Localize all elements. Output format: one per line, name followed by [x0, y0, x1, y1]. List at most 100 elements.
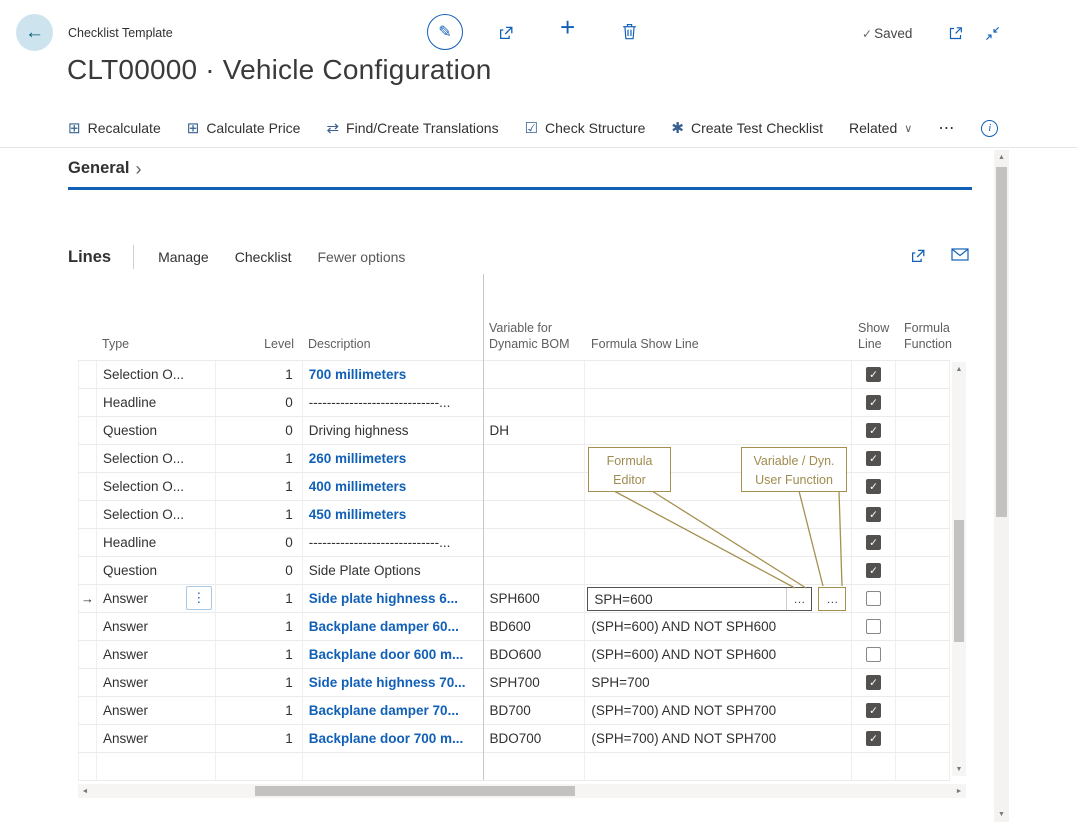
level-cell: 0	[216, 557, 303, 584]
table-vertical-scrollbar[interactable]: ▲ ▼	[952, 362, 966, 776]
level-cell: 1	[216, 641, 303, 668]
action-recalculate[interactable]: ⊞Recalculate	[68, 120, 161, 136]
column-header-formula[interactable]: Formula Show Line	[591, 336, 699, 352]
scroll-right-icon[interactable]: ►	[952, 784, 966, 798]
formula-function-cell	[896, 557, 950, 584]
callout-text: User Function	[748, 471, 840, 490]
formula-cell	[585, 389, 852, 416]
show-line-checkbox[interactable]	[866, 619, 881, 634]
show-line-checkbox[interactable]: ✓	[866, 507, 881, 522]
collapse-page-button[interactable]	[985, 26, 1000, 41]
description-link[interactable]: 260 millimeters	[309, 451, 407, 466]
description-link[interactable]: Side plate highness 70...	[309, 675, 466, 690]
show-line-checkbox[interactable]: ✓	[866, 423, 881, 438]
show-line-cell: ✓	[852, 725, 896, 752]
column-header-description[interactable]: Description	[308, 336, 371, 352]
show-line-checkbox[interactable]: ✓	[866, 367, 881, 382]
scroll-down-icon[interactable]: ▼	[994, 807, 1009, 822]
description-link[interactable]: 450 millimeters	[309, 507, 407, 522]
description-link[interactable]: Backplane damper 70...	[309, 703, 459, 718]
share-button[interactable]	[498, 24, 515, 41]
table-row[interactable]: Question0Side Plate Options✓	[78, 557, 950, 585]
table-row[interactable]: Headline0-----------------------------..…	[78, 529, 950, 557]
column-header-formula-function[interactable]: Formula Function	[904, 320, 952, 353]
check-structure-icon: ☑	[525, 121, 538, 136]
variable-cell	[484, 501, 586, 528]
table-row[interactable]: Answer1Side plate highness 70...SPH700SP…	[78, 669, 950, 697]
description-link[interactable]: 700 millimeters	[309, 367, 407, 382]
email-part-button[interactable]	[951, 247, 969, 264]
column-header-variable[interactable]: Variable for Dynamic BOM	[489, 320, 570, 353]
scroll-up-icon[interactable]: ▲	[994, 150, 1009, 165]
back-button[interactable]: ←	[16, 14, 53, 51]
tab-checklist[interactable]: Checklist	[235, 249, 292, 265]
table-horizontal-scrollbar[interactable]: ◄ ►	[78, 784, 966, 798]
description-link[interactable]: 400 millimeters	[309, 479, 407, 494]
table-row[interactable]: Question0Driving highnessDH✓	[78, 417, 950, 445]
page-vertical-scrollbar[interactable]: ▲ ▼	[994, 150, 1009, 822]
table-row[interactable]: Answer1Backplane damper 70...BD700(SPH=7…	[78, 697, 950, 725]
show-line-checkbox[interactable]: ✓	[866, 675, 881, 690]
tab-fewer-options[interactable]: Fewer options	[318, 249, 406, 265]
column-header-type[interactable]: Type	[102, 336, 129, 352]
type-cell: Selection O...	[97, 361, 216, 388]
description-link[interactable]: Backplane door 600 m...	[309, 647, 464, 662]
show-line-checkbox[interactable]: ✓	[866, 731, 881, 746]
formula-show-line-input[interactable]: SPH=600…	[587, 587, 812, 611]
show-line-checkbox[interactable]: ✓	[866, 703, 881, 718]
variable-cell: SPH600	[484, 585, 586, 612]
show-line-checkbox[interactable]	[866, 647, 881, 662]
action-find-create-translations[interactable]: ⇄Find/Create Translations	[326, 120, 498, 136]
show-line-checkbox[interactable]: ✓	[866, 451, 881, 466]
description-link[interactable]: Side plate highness 6...	[309, 591, 458, 606]
table-row[interactable]: Answer1Backplane damper 60...BD600(SPH=6…	[78, 613, 950, 641]
description-link[interactable]: Backplane door 700 m...	[309, 731, 464, 746]
formula-text: (SPH=600) AND NOT SPH600	[591, 647, 776, 662]
show-line-checkbox[interactable]	[866, 591, 881, 606]
formula-editor-assist-button[interactable]: …	[786, 588, 811, 610]
tab-manage[interactable]: Manage	[158, 249, 209, 265]
related-menu-button[interactable]: Related ∨	[849, 120, 912, 136]
edit-button[interactable]: ✎	[427, 14, 463, 50]
table-row[interactable]: Answer1Backplane door 700 m...BDO700(SPH…	[78, 725, 950, 753]
open-in-new-window-button[interactable]	[948, 25, 964, 41]
info-button[interactable]: i	[981, 120, 998, 137]
level-cell: 0	[216, 389, 303, 416]
description-link[interactable]: Backplane damper 60...	[309, 619, 459, 634]
table-row[interactable]: Headline0-----------------------------..…	[78, 389, 950, 417]
show-line-checkbox[interactable]: ✓	[866, 395, 881, 410]
table-row[interactable]: Selection O...1450 millimeters✓	[78, 501, 950, 529]
description-text: -----------------------------...	[309, 535, 451, 550]
horizontal-scrollbar-thumb[interactable]	[255, 786, 575, 796]
level-cell: 1	[216, 445, 303, 472]
general-section-header[interactable]: General ›	[68, 159, 141, 178]
row-type-text: Selection O...	[103, 507, 184, 522]
table-row[interactable]: →Answer⋮1Side plate highness 6...SPH600S…	[78, 585, 950, 613]
page-scrollbar-thumb[interactable]	[996, 167, 1007, 517]
column-header-level[interactable]: Level	[264, 336, 294, 352]
table-scrollbar-thumb[interactable]	[954, 520, 964, 642]
action-create-test-checklist[interactable]: ✱Create Test Checklist	[671, 120, 823, 136]
table-row[interactable]: Answer1Backplane door 600 m...BDO600(SPH…	[78, 641, 950, 669]
empty-cell	[97, 753, 216, 780]
table-row[interactable]: Selection O...1700 millimeters✓	[78, 361, 950, 389]
show-line-checkbox[interactable]: ✓	[866, 479, 881, 494]
scroll-left-icon[interactable]: ◄	[78, 784, 92, 798]
show-line-checkbox[interactable]: ✓	[866, 563, 881, 578]
scroll-up-icon[interactable]: ▲	[952, 362, 966, 376]
delete-button[interactable]	[622, 23, 637, 40]
column-header-show-line[interactable]: Show Line	[858, 320, 889, 353]
scroll-down-icon[interactable]: ▼	[952, 762, 966, 776]
share-part-button[interactable]	[910, 247, 927, 264]
show-line-checkbox[interactable]: ✓	[866, 535, 881, 550]
action-calculate-price[interactable]: ⊞Calculate Price	[187, 120, 301, 136]
variable-function-assist-button[interactable]: …	[818, 587, 846, 611]
more-options-button[interactable]: ⋯	[938, 118, 955, 138]
formula-cell	[585, 501, 852, 528]
row-type-text: Answer	[103, 619, 148, 634]
action-check-structure[interactable]: ☑Check Structure	[525, 120, 646, 136]
row-context-menu-button[interactable]: ⋮	[186, 586, 212, 610]
description-cell: Backplane door 600 m...	[303, 641, 484, 668]
add-button[interactable]: +	[560, 14, 575, 40]
type-cell: Answer⋮	[97, 585, 216, 612]
